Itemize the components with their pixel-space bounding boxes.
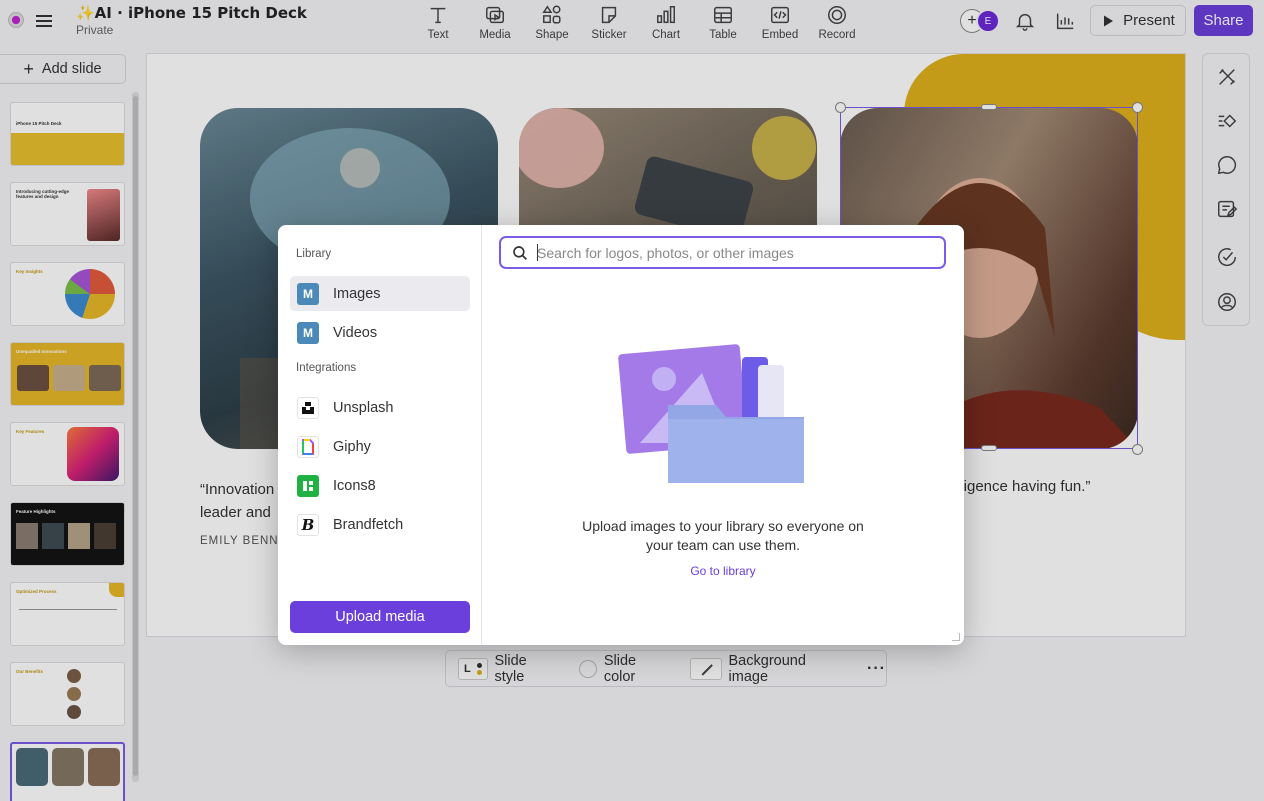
search-icon bbox=[513, 245, 527, 260]
giphy-icon bbox=[297, 435, 319, 458]
resize-grip-icon[interactable] bbox=[952, 633, 960, 641]
library-m-icon: M bbox=[297, 321, 319, 344]
integration-unsplash[interactable]: Unsplash bbox=[290, 390, 470, 425]
library-heading: Library bbox=[296, 248, 332, 260]
search-input[interactable] bbox=[537, 244, 917, 261]
media-source-images[interactable]: M Images bbox=[290, 276, 470, 311]
unsplash-icon bbox=[297, 396, 319, 419]
icons8-icon bbox=[297, 474, 319, 497]
media-library-modal: Library M Images M Videos Integrations U… bbox=[278, 225, 964, 645]
integration-brandfetch[interactable]: B Brandfetch bbox=[290, 507, 470, 542]
integration-icons8[interactable]: Icons8 bbox=[290, 468, 470, 503]
empty-library-illustration bbox=[618, 344, 804, 483]
integration-giphy[interactable]: Giphy bbox=[290, 429, 470, 464]
upload-media-button[interactable]: Upload media bbox=[290, 601, 470, 633]
media-source-sidebar: Library M Images M Videos Integrations U… bbox=[278, 225, 482, 645]
go-to-library-link[interactable]: Go to library bbox=[482, 564, 964, 578]
brandfetch-icon: B bbox=[297, 513, 319, 536]
empty-state-text: Upload images to your library so everyon… bbox=[582, 518, 864, 553]
media-search-box[interactable] bbox=[499, 236, 946, 269]
library-m-icon: M bbox=[297, 282, 319, 305]
integrations-heading: Integrations bbox=[296, 362, 357, 374]
media-source-videos[interactable]: M Videos bbox=[290, 315, 470, 350]
